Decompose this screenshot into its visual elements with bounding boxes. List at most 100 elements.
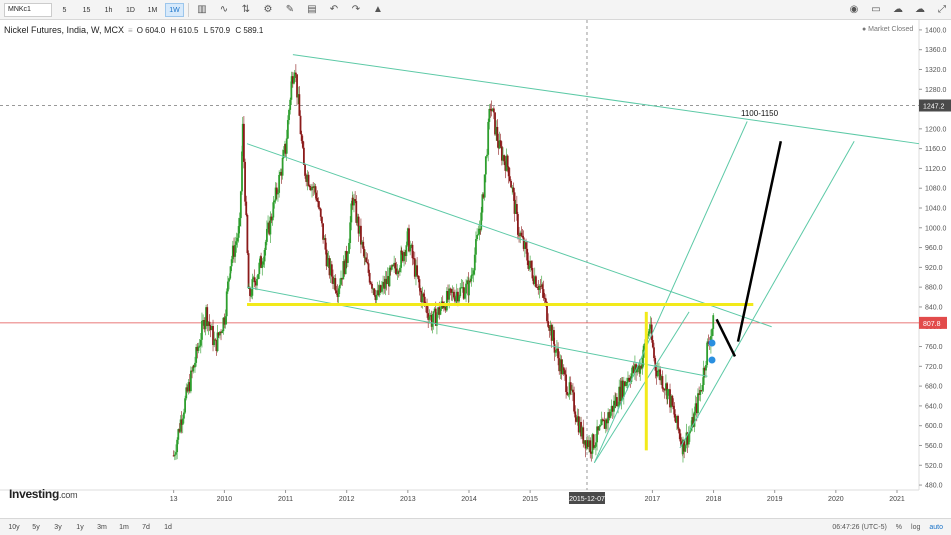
candle-body — [249, 287, 251, 296]
candle-body — [542, 289, 545, 298]
candle-body — [265, 228, 268, 242]
candle-body — [488, 108, 491, 122]
trendline-fan-3[interactable] — [593, 311, 690, 464]
candle-body — [234, 244, 237, 257]
fullscreen-icon[interactable]: ⤢ — [933, 3, 951, 17]
x-tick-label: 2010 — [217, 496, 233, 503]
interval-button[interactable]: 1M — [143, 3, 162, 17]
target-line-up[interactable] — [736, 140, 783, 342]
bottom-bar: 10y 5y 3y 1y 3m 1m 7d 1d 06:47:26 (UTC-5) % log… — [0, 518, 951, 535]
trendline-fan-outer[interactable] — [593, 121, 748, 463]
trendline-upper[interactable] — [292, 54, 920, 145]
candle-body — [487, 121, 490, 155]
candle-body — [672, 405, 675, 410]
interval-button[interactable]: 1h — [99, 3, 118, 17]
candle-body — [507, 166, 510, 177]
candle-body — [503, 155, 506, 162]
candle-body — [484, 156, 487, 175]
cloud-save-icon[interactable]: ☁ — [911, 3, 929, 17]
candle-type-icon[interactable]: ▥ — [193, 3, 211, 17]
camera-icon[interactable]: ◉ — [845, 3, 863, 17]
time-range-button[interactable]: 5y — [28, 524, 44, 531]
candle-body — [335, 290, 338, 294]
investing-logo: Investing.com — [9, 487, 78, 501]
x-tick-label: 2021 — [889, 496, 905, 503]
drawing-icon[interactable]: ✎ — [281, 3, 299, 17]
candle-body — [221, 331, 224, 334]
candle-body — [201, 320, 203, 340]
legend-menu-icon[interactable]: ≡ — [128, 26, 133, 35]
candle-body — [512, 187, 515, 193]
candle-body — [599, 425, 602, 427]
y-tick-label: 880.0 — [925, 285, 943, 292]
candle-body — [531, 267, 534, 279]
settings-icon[interactable]: ⚙ — [259, 3, 277, 17]
time-range-button[interactable]: 1d — [160, 524, 176, 531]
chart-area[interactable]: 1400.01360.01320.01280.01240.01200.01160… — [0, 20, 951, 516]
layout-icon[interactable]: ▭ — [867, 3, 885, 17]
candle-body — [465, 283, 467, 294]
alert-icon[interactable]: ▲ — [369, 3, 387, 17]
candle-body — [316, 197, 319, 201]
candle-body — [348, 242, 350, 254]
auto-toggle[interactable]: auto — [929, 524, 943, 531]
x-tick-label: 2011 — [278, 496, 293, 503]
indicator-icon[interactable]: ∿ — [215, 3, 233, 17]
compare-icon[interactable]: ⇅ — [237, 3, 255, 17]
candle-body — [399, 267, 401, 273]
candle-body — [628, 377, 631, 381]
symbol-input[interactable]: MNKc1 — [4, 2, 52, 17]
candle-body — [706, 343, 709, 365]
candle-body — [615, 397, 618, 407]
interval-button[interactable]: 15 — [77, 3, 96, 17]
candle-body — [300, 134, 303, 141]
last-price-text: 807.8 — [923, 321, 941, 328]
candle-body — [208, 321, 211, 326]
trendline-channel-bottom[interactable] — [246, 286, 708, 377]
candle-body — [286, 120, 289, 139]
candle-body — [197, 346, 200, 351]
candle-body — [229, 266, 232, 274]
candle-body — [250, 295, 253, 297]
candle-body — [350, 203, 353, 223]
candle-body — [423, 296, 426, 304]
log-toggle[interactable]: log — [911, 524, 920, 531]
candle-body — [589, 440, 592, 453]
event-marker[interactable] — [708, 339, 716, 347]
redo-icon[interactable]: ↷ — [347, 3, 365, 17]
price-chart-svg[interactable]: 1400.01360.01320.01280.01240.01200.01160… — [0, 20, 951, 516]
candle-body — [673, 409, 676, 418]
candle-body — [541, 284, 544, 290]
time-range-button[interactable]: 3y — [50, 524, 66, 531]
y-tick-label: 560.0 — [925, 443, 943, 450]
time-range-button[interactable]: 1m — [116, 524, 132, 531]
interval-button[interactable]: 5 — [55, 3, 74, 17]
time-range-button[interactable]: 3m — [94, 524, 110, 531]
candle-body — [228, 278, 230, 282]
candle-body — [416, 265, 419, 276]
time-range-button[interactable]: 1y — [72, 524, 88, 531]
crosshair-price-text: 1247.2 — [923, 103, 945, 110]
candle-body — [409, 246, 412, 252]
legend-close: C 589.1 — [235, 25, 264, 35]
time-range-button[interactable]: 7d — [138, 524, 154, 531]
target-line-down[interactable] — [715, 318, 737, 357]
top-toolbar: MNKc1 5 15 1h 1D 1M 1W ▥ ∿ ⇅ ⚙ ✎ ▤ ↶ ↷ ▲ ◉ ▭ … — [0, 0, 951, 20]
interval-button[interactable]: 1W — [165, 2, 184, 17]
x-tick-label: 2014 — [461, 496, 477, 503]
candle-body — [298, 94, 301, 116]
undo-icon[interactable]: ↶ — [325, 3, 343, 17]
percent-toggle[interactable]: % — [896, 524, 902, 531]
trendline-fan-inner[interactable] — [679, 140, 855, 449]
y-tick-label: 960.0 — [925, 245, 943, 252]
event-marker[interactable] — [708, 356, 716, 364]
cloud-icon[interactable]: ☁ — [889, 3, 907, 17]
time-range-button[interactable]: 10y — [6, 524, 22, 531]
template-icon[interactable]: ▤ — [303, 3, 321, 17]
candle-body — [251, 279, 254, 296]
bottom-bar-right: 06:47:26 (UTC-5) % log auto — [832, 524, 951, 531]
candle-body — [562, 367, 565, 371]
candle-body — [262, 261, 265, 265]
interval-button[interactable]: 1D — [121, 3, 140, 17]
x-tick-label: 2013 — [400, 496, 416, 503]
